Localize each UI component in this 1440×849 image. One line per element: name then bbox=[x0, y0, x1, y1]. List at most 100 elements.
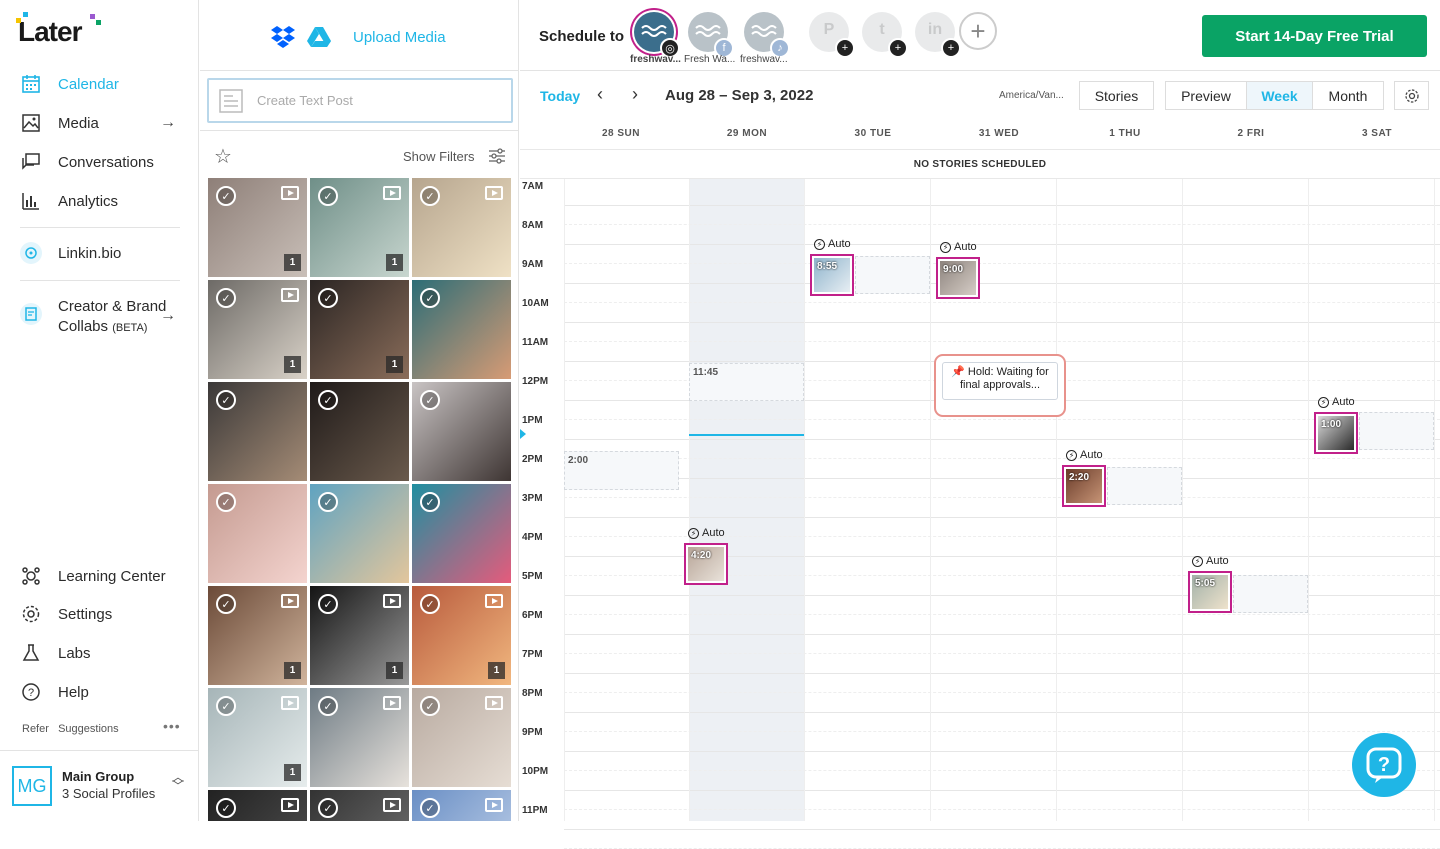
hold-note[interactable]: 📌 Hold: Waiting for final approvals... bbox=[934, 354, 1066, 417]
media-thumbnail[interactable]: ✓ bbox=[412, 280, 511, 379]
media-thumbnail[interactable]: ✓ 1 bbox=[310, 586, 409, 685]
nav-help[interactable]: ? Help bbox=[20, 681, 190, 703]
media-thumbnail[interactable]: ✓ bbox=[310, 688, 409, 787]
media-thumbnail[interactable]: ✓ 1 bbox=[310, 178, 409, 277]
media-thumbnail[interactable]: ✓ 1 bbox=[412, 586, 511, 685]
nav-collabs[interactable]: Creator & Brand Collabs (BETA) → bbox=[20, 297, 190, 338]
nav-learning-center[interactable]: Learning Center bbox=[20, 565, 190, 587]
date-range: Aug 28 – Sep 3, 2022 bbox=[665, 87, 814, 104]
media-thumbnail[interactable]: ✓ bbox=[412, 382, 511, 481]
scheduled-post[interactable]: 5:05 bbox=[1188, 571, 1232, 613]
scheduled-post[interactable]: 1:00 bbox=[1314, 412, 1358, 454]
dropbox-icon[interactable] bbox=[270, 25, 296, 49]
select-check-icon[interactable]: ✓ bbox=[216, 390, 236, 410]
media-thumbnail[interactable]: ✓ 1 bbox=[208, 280, 307, 379]
select-check-icon[interactable]: ✓ bbox=[420, 288, 440, 308]
empty-slot[interactable] bbox=[1359, 412, 1434, 450]
select-check-icon[interactable]: ✓ bbox=[318, 696, 338, 716]
media-thumbnail[interactable]: ✓ bbox=[310, 484, 409, 583]
week-view-button[interactable]: Week bbox=[1246, 81, 1313, 110]
media-thumbnail[interactable]: ✓ bbox=[412, 178, 511, 277]
media-thumbnail[interactable]: ✓ bbox=[208, 484, 307, 583]
profile-3[interactable]: ♪ bbox=[744, 12, 790, 58]
media-thumbnail[interactable]: ✓ bbox=[208, 382, 307, 481]
select-check-icon[interactable]: ✓ bbox=[318, 390, 338, 410]
select-check-icon[interactable]: ✓ bbox=[420, 492, 440, 512]
add-profile-button[interactable]: + bbox=[959, 12, 997, 50]
scheduled-post[interactable]: 4:20 bbox=[684, 543, 728, 585]
today-button[interactable]: Today bbox=[540, 88, 580, 104]
filter-sliders-icon[interactable] bbox=[488, 148, 506, 164]
google-drive-icon[interactable] bbox=[306, 26, 332, 48]
star-icon[interactable]: ☆ bbox=[214, 144, 232, 169]
profile-2[interactable]: f bbox=[688, 12, 734, 58]
media-thumbnail[interactable]: ✓ bbox=[310, 382, 409, 481]
select-check-icon[interactable]: ✓ bbox=[216, 594, 236, 614]
help-chat-button[interactable]: ? bbox=[1352, 733, 1416, 797]
media-thumbnail[interactable]: ✓ bbox=[412, 790, 511, 821]
nav-linkinbio[interactable]: Linkin.bio bbox=[20, 242, 190, 264]
media-thumbnail[interactable]: ✓ bbox=[310, 790, 409, 821]
select-check-icon[interactable]: ✓ bbox=[318, 492, 338, 512]
select-check-icon[interactable]: ✓ bbox=[318, 288, 338, 308]
scheduled-post[interactable]: 9:00 bbox=[936, 257, 980, 299]
media-thumbnail[interactable]: ✓ bbox=[412, 484, 511, 583]
group-profiles: 3 Social Profiles bbox=[62, 786, 156, 801]
empty-slot[interactable]: 11:45 bbox=[689, 363, 804, 401]
start-trial-button[interactable]: Start 14-Day Free Trial bbox=[1202, 15, 1427, 57]
media-thumbnail[interactable]: ✓ bbox=[412, 688, 511, 787]
create-text-post-button[interactable]: Create Text Post bbox=[207, 78, 513, 123]
select-check-icon[interactable]: ✓ bbox=[318, 798, 338, 818]
group-switcher[interactable]: MG Main Group 3 Social Profiles ︿ ﹀ bbox=[0, 750, 199, 821]
nav-settings[interactable]: Settings bbox=[20, 603, 190, 625]
profile-1[interactable]: ◎ bbox=[634, 12, 680, 58]
select-check-icon[interactable]: ✓ bbox=[216, 492, 236, 512]
select-check-icon[interactable]: ✓ bbox=[420, 798, 440, 818]
nav-media[interactable]: Media → bbox=[20, 112, 190, 134]
empty-slot[interactable] bbox=[1107, 467, 1182, 505]
empty-slot[interactable]: 2:00 bbox=[564, 451, 679, 490]
nav-label: Media bbox=[58, 114, 99, 132]
select-check-icon[interactable]: ✓ bbox=[420, 390, 440, 410]
select-check-icon[interactable]: ✓ bbox=[216, 696, 236, 716]
select-check-icon[interactable]: ✓ bbox=[318, 186, 338, 206]
add-twitter-profile[interactable]: t + bbox=[862, 12, 908, 58]
show-filters-button[interactable]: Show Filters bbox=[403, 149, 475, 164]
next-week-icon[interactable]: › bbox=[632, 84, 638, 105]
nav-calendar[interactable]: Calendar bbox=[20, 73, 190, 95]
empty-slot[interactable] bbox=[855, 256, 930, 294]
upload-media-button[interactable]: Upload Media bbox=[353, 29, 446, 46]
suggestions-link[interactable]: Suggestions bbox=[58, 723, 119, 735]
media-thumbnail[interactable]: ✓ 1 bbox=[208, 178, 307, 277]
timezone-selector[interactable]: America/Van... bbox=[999, 90, 1064, 101]
later-logo[interactable]: Later bbox=[16, 12, 101, 48]
month-view-button[interactable]: Month bbox=[1312, 81, 1384, 110]
calendar-settings-icon[interactable] bbox=[1394, 81, 1429, 110]
select-check-icon[interactable]: ✓ bbox=[420, 696, 440, 716]
nav-analytics[interactable]: Analytics bbox=[20, 190, 190, 212]
select-check-icon[interactable]: ✓ bbox=[216, 798, 236, 818]
media-thumbnail[interactable]: ✓ bbox=[208, 790, 307, 821]
group-avatar: MG bbox=[12, 766, 52, 806]
scheduled-post[interactable]: 2:20 bbox=[1062, 465, 1106, 507]
select-check-icon[interactable]: ✓ bbox=[216, 288, 236, 308]
select-check-icon[interactable]: ✓ bbox=[318, 594, 338, 614]
nav-labs[interactable]: Labs bbox=[20, 642, 190, 664]
prev-week-icon[interactable]: ‹ bbox=[597, 84, 603, 105]
add-linkedin-profile[interactable]: in + bbox=[915, 12, 961, 58]
video-icon bbox=[485, 186, 503, 200]
media-thumbnail[interactable]: ✓ 1 bbox=[310, 280, 409, 379]
media-thumbnail[interactable]: ✓ 1 bbox=[208, 586, 307, 685]
scheduled-post[interactable]: 8:55 bbox=[810, 254, 854, 296]
media-thumbnail[interactable]: ✓ 1 bbox=[208, 688, 307, 787]
more-icon[interactable]: ••• bbox=[163, 718, 181, 734]
select-check-icon[interactable]: ✓ bbox=[216, 186, 236, 206]
select-check-icon[interactable]: ✓ bbox=[420, 594, 440, 614]
select-check-icon[interactable]: ✓ bbox=[420, 186, 440, 206]
nav-conversations[interactable]: Conversations bbox=[20, 151, 190, 173]
refer-link[interactable]: Refer bbox=[22, 723, 49, 735]
empty-slot[interactable] bbox=[1233, 575, 1308, 613]
add-pinterest-profile[interactable]: P + bbox=[809, 12, 855, 58]
preview-button[interactable]: Preview bbox=[1165, 81, 1247, 110]
stories-button[interactable]: Stories bbox=[1079, 81, 1154, 110]
